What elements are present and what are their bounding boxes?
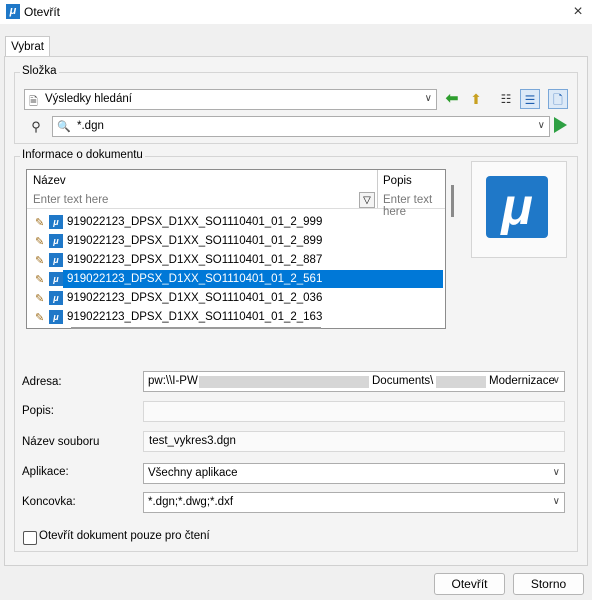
- up-folder-icon[interactable]: ⬆: [466, 89, 486, 109]
- binoculars-icon[interactable]: ⚲: [26, 117, 46, 137]
- chevron-down-icon[interactable]: ∨: [553, 496, 560, 507]
- readonly-checkbox[interactable]: [23, 531, 37, 545]
- filename-field[interactable]: test_vykres3.dgn: [143, 431, 565, 452]
- column-header-name[interactable]: Název: [33, 175, 66, 187]
- close-icon[interactable]: ×: [567, 1, 589, 23]
- list-item[interactable]: ✎ μ 919022123_DPSX_D1XX_SO1110401_01_2_8…: [33, 251, 445, 269]
- list-item[interactable]: ✎ μ 919022123_DPSX_D1XX_SO1110401_01_2_9…: [33, 213, 445, 231]
- dgn-file-icon: μ: [49, 253, 63, 267]
- pencil-icon: ✎: [35, 217, 45, 229]
- document-list[interactable]: Název Popis Enter text here ▽ Enter text…: [26, 169, 454, 329]
- address-suffix: Modernizace: [489, 375, 555, 387]
- list-item[interactable]: ✎ μ 919022123_DPSX_D1XX_SO1110401_01_2_1…: [33, 308, 445, 326]
- list-item[interactable]: ✎ μ 919022123_DPSX_D1XX_SO1110401_01_2_8…: [33, 232, 445, 250]
- column-divider: [377, 170, 378, 208]
- pencil-icon: ✎: [35, 293, 45, 305]
- pencil-icon: ✎: [35, 236, 45, 248]
- chevron-down-icon[interactable]: ∨: [538, 120, 545, 131]
- list-item-name: 919022123_DPSX_D1XX_SO1110401_01_2_036: [67, 292, 323, 304]
- readonly-label[interactable]: Otevřít dokument pouze pro čtení: [39, 530, 210, 542]
- microstation-preview-icon: μ: [486, 176, 548, 238]
- microstation-icon: μ: [6, 4, 20, 19]
- list-item-selected[interactable]: ✎ μ 919022123_DPSX_D1XX_SO1110401_01_2_5…: [33, 270, 445, 288]
- chevron-down-icon[interactable]: ∨: [553, 467, 560, 478]
- list-item[interactable]: ✎ μ 919022123_DPSX_D1XX_SO1110401_01_2_0…: [33, 289, 445, 307]
- preview-pane: μ: [471, 161, 567, 258]
- vertical-scrollbar-thumb[interactable]: [451, 185, 454, 217]
- dgn-file-icon: μ: [49, 291, 63, 305]
- cancel-button[interactable]: Storno: [513, 573, 584, 595]
- title-bar: [0, 0, 592, 24]
- list-view-icon[interactable]: ☷: [496, 89, 516, 109]
- app-label: Aplikace:: [22, 466, 69, 478]
- filename-value: test_vykres3.dgn: [149, 435, 236, 447]
- app-combo[interactable]: Všechny aplikace ∨: [143, 463, 565, 484]
- list-item-name: 919022123_DPSX_D1XX_SO1110401_01_2_999: [67, 216, 323, 228]
- redacted-block: [436, 376, 486, 388]
- tab-vybrat[interactable]: Vybrat: [5, 36, 50, 57]
- folder-group-label: Složka: [20, 65, 59, 77]
- folder-combo-value: Výsledky hledání: [45, 93, 132, 105]
- app-combo-value: Všechny aplikace: [148, 467, 238, 479]
- address-prefix: pw:\\I-PW: [148, 375, 198, 387]
- run-search-icon[interactable]: [554, 117, 567, 133]
- folder-combo[interactable]: 🗎 Výsledky hledání ∨: [24, 89, 437, 110]
- pencil-icon: ✎: [35, 312, 45, 324]
- dgn-file-icon: μ: [49, 234, 63, 248]
- desc-field[interactable]: [143, 401, 565, 422]
- list-item-name: 919022123_DPSX_D1XX_SO1110401_01_2_899: [67, 235, 323, 247]
- filename-label: Název souboru: [22, 436, 100, 448]
- horizontal-scrollbar-thumb[interactable]: [71, 327, 321, 329]
- window-title: Otevřít: [24, 5, 61, 19]
- list-item-name: 919022123_DPSX_D1XX_SO1110401_01_2_887: [67, 254, 323, 266]
- list-item-name: 919022123_DPSX_D1XX_SO1110401_01_2_163: [67, 311, 323, 323]
- pencil-icon: ✎: [35, 274, 45, 286]
- filter-combo[interactable]: 🔍 *.dgn ∨: [52, 116, 550, 137]
- pencil-icon: ✎: [35, 255, 45, 267]
- list-item-name: 919022123_DPSX_D1XX_SO1110401_01_2_561: [67, 273, 323, 285]
- dgn-file-icon: μ: [49, 272, 63, 286]
- address-combo[interactable]: pw:\\I-PW Documents\ Modernizace ∨: [143, 371, 565, 392]
- preview-icon[interactable]: 🗋: [548, 89, 568, 109]
- desc-label: Popis:: [22, 405, 54, 417]
- address-mid: Documents\: [372, 375, 434, 387]
- redacted-block: [199, 376, 369, 388]
- ext-label: Koncovka:: [22, 496, 76, 508]
- dgn-file-icon: μ: [49, 215, 63, 229]
- details-view-icon[interactable]: ☰: [520, 89, 540, 109]
- filter-combo-value: *.dgn: [77, 120, 104, 132]
- chevron-down-icon[interactable]: ∨: [553, 375, 560, 386]
- chevron-down-icon[interactable]: ∨: [425, 93, 432, 104]
- address-label: Adresa:: [22, 376, 62, 388]
- column-header-desc[interactable]: Popis: [383, 175, 412, 187]
- search-results-icon: 🗎: [29, 96, 38, 108]
- filter-search-icon: 🔍: [57, 121, 71, 133]
- back-arrow-icon[interactable]: ⬅: [442, 89, 462, 109]
- filter-funnel-icon[interactable]: ▽: [359, 192, 375, 208]
- dgn-file-icon: μ: [49, 310, 63, 324]
- ext-combo-value: *.dgn;*.dwg;*.dxf: [148, 496, 234, 508]
- doc-info-group-label: Informace o dokumentu: [20, 149, 145, 161]
- ext-combo[interactable]: *.dgn;*.dwg;*.dxf ∨: [143, 492, 565, 513]
- open-button[interactable]: Otevřít: [434, 573, 505, 595]
- name-filter-input[interactable]: Enter text here: [33, 194, 108, 206]
